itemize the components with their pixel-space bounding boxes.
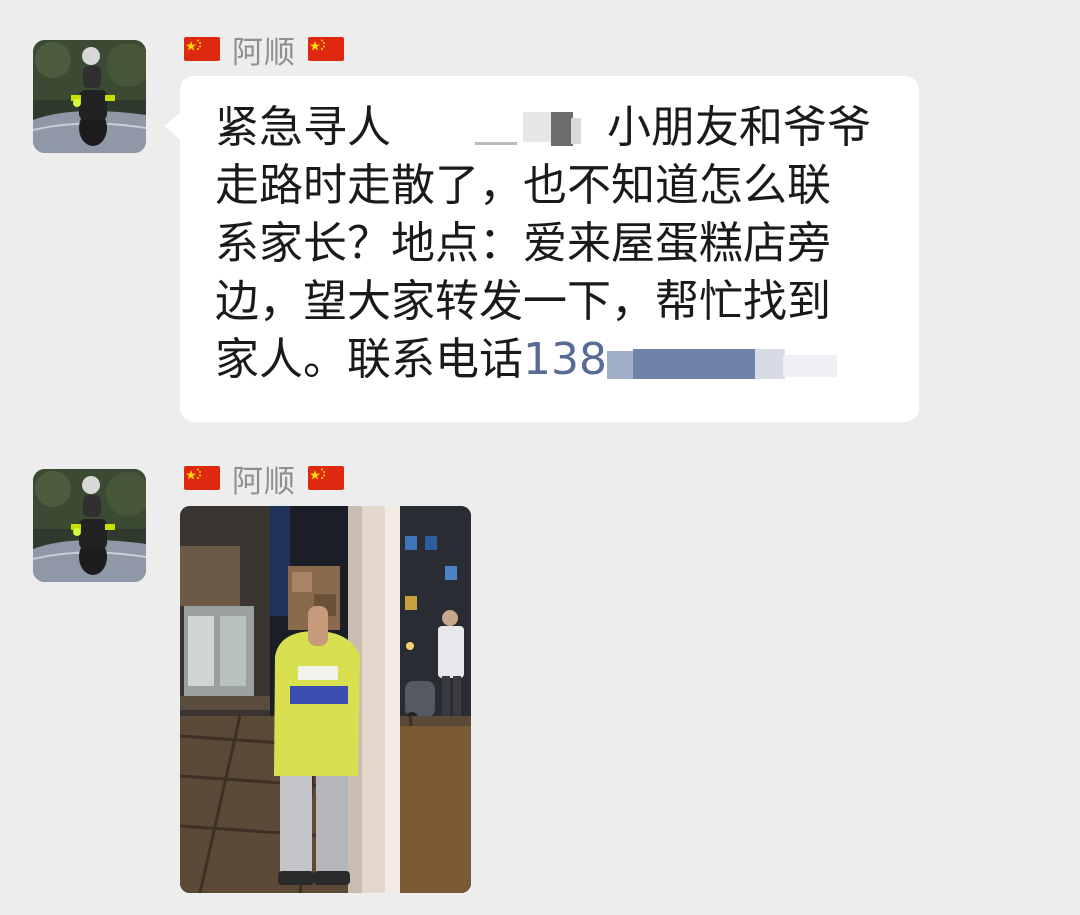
china-flag-icon xyxy=(308,37,344,61)
china-flag-icon xyxy=(184,37,220,61)
sender-name-row: 阿顺 xyxy=(184,29,344,71)
message-line: 紧急寻人 小朋友和爷爷 xyxy=(215,99,899,157)
redacted-name xyxy=(405,108,593,152)
phone-number-link[interactable]: 138 xyxy=(523,334,607,385)
sender-name: 阿顺 xyxy=(232,463,296,500)
message-line: 系家长？地点：爱来屋蛋糕店旁 xyxy=(215,218,831,269)
sender-name: 阿顺 xyxy=(232,34,296,71)
photo-child-by-pole xyxy=(180,506,471,893)
motorcycle-rider-avatar-image xyxy=(33,469,146,582)
sender-avatar[interactable] xyxy=(33,40,146,153)
text-message-bubble[interactable]: 紧急寻人 小朋友和爷爷 走路时走散了，也不知道怎么联 系家长？地点：爱来屋蛋糕店… xyxy=(180,76,919,422)
china-flag-icon xyxy=(308,466,344,490)
sender-avatar[interactable] xyxy=(33,469,146,582)
motorcycle-rider-avatar-image xyxy=(33,40,146,153)
sender-name-row: 阿顺 xyxy=(184,458,344,500)
image-message[interactable] xyxy=(180,506,471,893)
message-text: 小朋友和爷爷 xyxy=(607,102,871,153)
china-flag-icon xyxy=(184,466,220,490)
message-text: 紧急寻人 xyxy=(215,102,391,153)
message-line: 家人。联系电话138 xyxy=(215,331,899,389)
message-line: 走路时走散了，也不知道怎么联 xyxy=(215,160,831,211)
redacted-phone xyxy=(606,342,843,382)
message-line: 边，望大家转发一下，帮忙找到 xyxy=(215,276,831,327)
message-text: 家人。联系电话 xyxy=(215,334,523,385)
bubble-tail xyxy=(164,112,181,140)
